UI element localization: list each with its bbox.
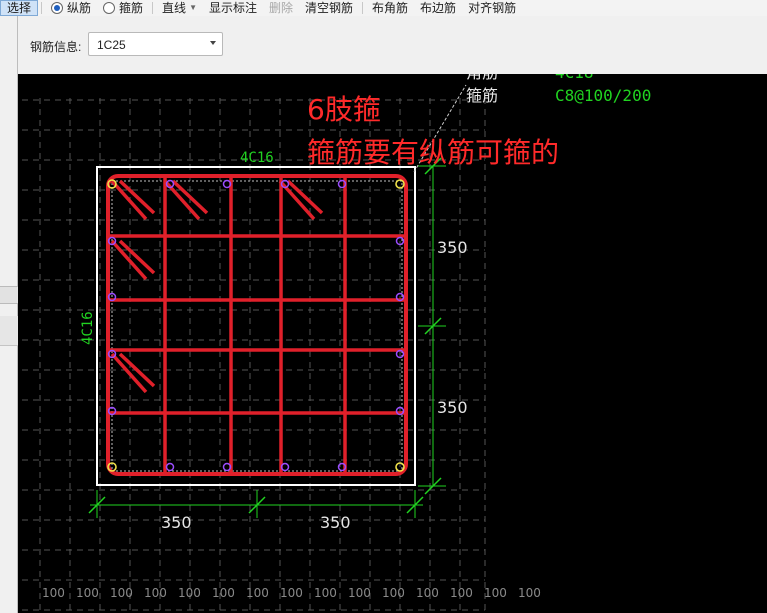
clear-rebar-button[interactable]: 清空钢筋 (299, 0, 359, 16)
grid-row-label: 100 (314, 586, 337, 600)
radio-off-icon (103, 2, 116, 14)
align-rebar-label: 对齐钢筋 (468, 1, 517, 15)
corner-rebar-button[interactable]: 布角筋 (366, 0, 414, 16)
cover-line (111, 180, 403, 472)
column-outline (96, 166, 416, 486)
align-rebar-button[interactable]: 对齐钢筋 (462, 0, 522, 16)
grid-row-label: 100 (178, 586, 201, 600)
dim-right-lower: 350 (437, 398, 468, 417)
clear-rebar-label: 清空钢筋 (305, 1, 354, 15)
grid-row-label: 100 (280, 586, 303, 600)
dim-right-upper: 350 (437, 238, 468, 257)
grid-row-label: 100 (110, 586, 133, 600)
grid-row-labels: 100 100 100 100 100 100 100 100 100 100 100 100 100 1… (42, 586, 541, 600)
legend-stirrup-label: 箍筋 (466, 86, 498, 105)
line-dropdown[interactable]: 直线 ▼ (156, 0, 203, 16)
rebar-info-label: 钢筋信息: (30, 40, 82, 54)
left-panel-strip (0, 16, 18, 613)
grid-row-label: 100 (144, 586, 167, 600)
rebar-info-select[interactable]: 1C25 (88, 32, 223, 56)
grid-row-label: 100 (246, 586, 269, 600)
caret-down-icon: ▼ (189, 3, 197, 12)
legend-stirrup-value: C8@100/200 (555, 86, 651, 105)
edge-rebar-button[interactable]: 布边筋 (414, 0, 462, 16)
line-label: 直线 (162, 1, 187, 15)
grid-row-label: 100 (450, 586, 473, 600)
rebar-info-value: 1C25 (97, 38, 126, 52)
corner-rebar-label: 布角筋 (372, 1, 409, 15)
edge-rebar-point (165, 462, 175, 472)
stirrup-radio[interactable]: 箍筋 (97, 0, 149, 16)
toolbar-separator (362, 2, 364, 14)
show-label-text: 显示标注 (208, 1, 257, 15)
longitudinal-radio[interactable]: 纵筋 (45, 0, 97, 16)
outer-stirrup (106, 174, 408, 476)
grid-row-label: 100 (484, 586, 507, 600)
grid-row-label: 100 (416, 586, 439, 600)
radio-on-icon (51, 2, 64, 14)
chevron-down-icon (210, 41, 216, 45)
select-label: 选择 (7, 1, 32, 15)
edge-rebar-label: 布边筋 (420, 1, 457, 15)
dim-bottom-right: 350 (320, 513, 351, 532)
grid-row-label: 100 (76, 586, 99, 600)
grid-row-label: 100 (42, 586, 65, 600)
hook-group (110, 179, 324, 394)
grid-row-label: 100 (212, 586, 235, 600)
grid-row-label: 100 (348, 586, 371, 600)
rebar-info-bar: 钢筋信息: 1C25 (18, 16, 767, 74)
drawing-canvas[interactable]: 100 100 100 100 100 100 100 100 100 100 100 100 100 1… (0, 0, 767, 613)
top-rebar-label: 4C16 (240, 150, 274, 166)
left-panel-block (0, 316, 18, 346)
delete-button[interactable]: 删除 (263, 0, 299, 16)
longitudinal-label: 纵筋 (67, 1, 92, 15)
stirrup-group (106, 174, 408, 476)
left-panel-tab[interactable] (0, 286, 18, 304)
grid-row-label: 100 (382, 586, 405, 600)
side-rebar-label: 4C16 (80, 311, 96, 345)
annotation-line1: 6肢箍 (307, 93, 381, 126)
dim-bottom-left: 350 (161, 513, 192, 532)
annotation-line2: 箍筋要有纵筋可箍的 (307, 136, 559, 169)
toolbar-separator (152, 2, 154, 14)
select-button[interactable]: 选择 (0, 0, 39, 16)
toolbar: 选择 纵筋 箍筋 直线 ▼ 显示标注 删除 清空钢筋 布角筋 布边筋 对齐钢筋 (0, 0, 767, 16)
show-label-button[interactable]: 显示标注 (203, 0, 263, 16)
dimension-lines (88, 157, 446, 518)
rebar-points (107, 179, 405, 472)
grid-row-label: 100 (518, 586, 541, 600)
toolbar-separator (41, 2, 43, 14)
stirrup-label: 箍筋 (119, 1, 144, 15)
delete-label: 删除 (269, 1, 294, 15)
